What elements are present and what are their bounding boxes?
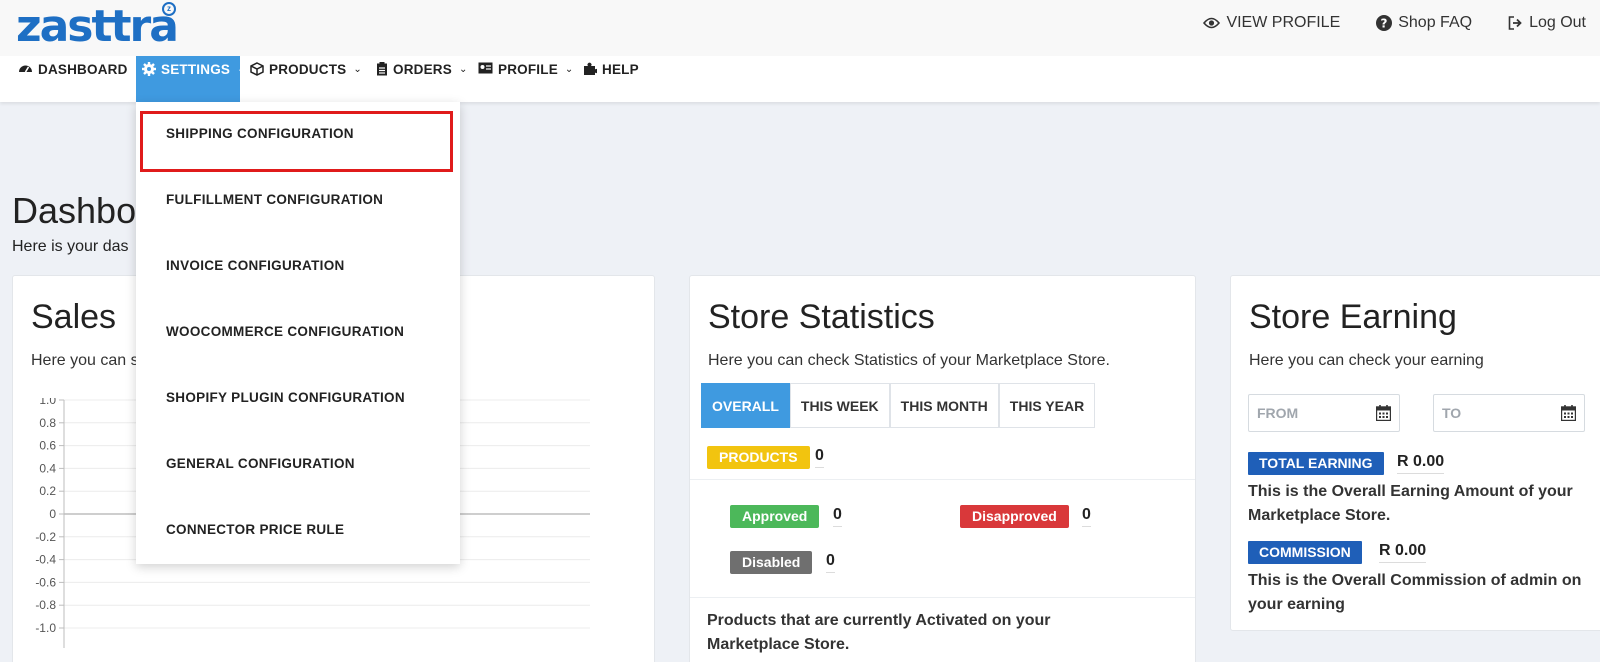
puzzle-icon [583, 62, 599, 79]
chevron-down-icon: ⌄ [564, 64, 574, 75]
disabled-badge: Disabled [730, 551, 813, 574]
chevron-down-icon: ⌄ [458, 64, 468, 75]
stats-note: Products that are currently Activated on… [707, 612, 1051, 653]
to-date-input[interactable]: TO [1433, 394, 1585, 432]
nav-profile[interactable]: PROFILE ⌄ [478, 56, 574, 102]
page-title: Dashbo [12, 190, 137, 231]
chart-y-tick-label: -1.0 [35, 621, 56, 635]
stats-subtitle: Here you can check Statistics of your Ma… [708, 352, 1110, 369]
chart-y-tick-label: -0.4 [35, 553, 56, 567]
stats-period-tabs: OVERALL THIS WEEK THIS MONTH THIS YEAR [701, 383, 1096, 428]
earning-title: Store Earning [1249, 298, 1457, 336]
from-date-placeholder: FROM [1257, 405, 1299, 421]
gear-icon [142, 62, 156, 79]
stats-title: Store Statistics [708, 298, 935, 336]
stats-divider [690, 479, 1195, 480]
chart-y-tick-label: 0 [49, 507, 56, 521]
nav-settings[interactable]: SETTINGS ⌄ [136, 56, 246, 102]
total-earning-badge: TOTAL EARNING [1248, 452, 1384, 475]
chart-y-tick-label: -0.6 [35, 575, 56, 589]
chart-y-tick-label: 0.6 [39, 439, 56, 453]
dashboard-icon [18, 62, 33, 77]
chevron-down-icon: ⌄ [237, 64, 246, 75]
from-date-input[interactable]: FROM [1248, 394, 1400, 432]
calendar-icon[interactable] [1375, 405, 1392, 424]
sales-title: Sales [31, 298, 117, 336]
tab-this-month[interactable]: THIS MONTH [889, 383, 999, 428]
tab-this-week[interactable]: THIS WEEK [789, 383, 890, 428]
cube-icon [250, 62, 264, 79]
nav-products[interactable]: PRODUCTS ⌄ [250, 56, 362, 102]
menu-item-woocommerce-configuration[interactable]: WOOCOMMERCE CONFIGURATION [166, 324, 404, 339]
chart-y-tick-label: 0.4 [39, 461, 56, 475]
menu-item-shipping-configuration[interactable]: SHIPPING CONFIGURATION [166, 126, 354, 141]
log-out-label: Log Out [1529, 14, 1586, 31]
tab-this-year[interactable]: THIS YEAR [998, 383, 1096, 428]
disabled-count: 0 [826, 552, 835, 573]
id-card-icon [478, 62, 493, 77]
menu-item-fulfillment-configuration[interactable]: FULFILLMENT CONFIGURATION [166, 192, 383, 207]
tab-overall[interactable]: OVERALL [701, 383, 790, 428]
earning-subtitle: Here you can check your earning [1249, 352, 1484, 369]
nav-products-label: PRODUCTS [269, 62, 347, 77]
chart-y-tick-label: -0.2 [35, 530, 56, 544]
chart-y-tick-label: -0.8 [35, 598, 56, 612]
question-circle-icon: ? [1376, 15, 1393, 31]
nav-help-label: HELP [602, 62, 639, 77]
shop-faq-label: Shop FAQ [1398, 14, 1473, 31]
nav-dashboard[interactable]: DASHBOARD [18, 56, 128, 102]
menu-item-shopify-plugin-configuration[interactable]: SHOPIFY PLUGIN CONFIGURATION [166, 390, 405, 405]
disapproved-badge: Disapproved [960, 505, 1069, 528]
view-profile-link[interactable]: VIEW PROFILE [1203, 14, 1340, 32]
log-out-link[interactable]: Log Out [1508, 14, 1586, 32]
commission-badge: COMMISSION [1248, 541, 1362, 564]
products-badge: PRODUCTS [707, 446, 810, 469]
menu-item-connector-price-rule[interactable]: CONNECTOR PRICE RULE [166, 522, 344, 537]
commission-value: R 0.00 [1379, 542, 1427, 563]
calendar-icon[interactable] [1560, 405, 1577, 424]
view-profile-label: VIEW PROFILE [1226, 14, 1341, 31]
total-earning-note: This is the Overall Earning Amount of yo… [1248, 483, 1573, 524]
main-nav: DASHBOARD SETTINGS ⌄ PRODUCTS ⌄ ORDERS ⌄… [0, 56, 1600, 102]
total-earning-value: R 0.00 [1397, 453, 1445, 474]
approved-count: 0 [833, 506, 842, 527]
menu-item-general-configuration[interactable]: GENERAL CONFIGURATION [166, 456, 355, 471]
sales-subtitle: Here you can s [31, 352, 139, 369]
chart-y-tick-label: 1.0 [39, 398, 56, 407]
products-count: 0 [815, 447, 824, 468]
nav-orders-label: ORDERS [393, 62, 452, 77]
settings-dropdown-menu: SHIPPING CONFIGURATION FULFILLMENT CONFI… [136, 102, 460, 564]
nav-help[interactable]: HELP [583, 56, 639, 102]
page-subtitle: Here is your das [12, 238, 129, 255]
top-bar: zasttra z VIEW PROFILE ? Shop FAQ Log Ou… [0, 0, 1600, 56]
stats-divider [690, 597, 1195, 598]
nav-dashboard-label: DASHBOARD [38, 62, 128, 77]
shop-faq-link[interactable]: ? Shop FAQ [1376, 14, 1472, 32]
top-links: VIEW PROFILE ? Shop FAQ Log Out [1203, 14, 1586, 32]
nav-settings-label: SETTINGS [161, 62, 231, 77]
approved-badge: Approved [730, 505, 820, 528]
sign-out-icon [1508, 16, 1523, 30]
brand-logo-mark: z [162, 2, 176, 16]
nav-orders[interactable]: ORDERS ⌄ [376, 56, 468, 102]
to-date-placeholder: TO [1442, 405, 1462, 421]
brand-logo[interactable]: zasttra [16, 2, 179, 52]
chevron-down-icon: ⌄ [353, 64, 362, 75]
svg-text:?: ? [1381, 17, 1388, 31]
nav-profile-label: PROFILE [498, 62, 558, 77]
commission-note: This is the Overall Commission of admin … [1248, 572, 1582, 613]
clipboard-icon [376, 62, 388, 79]
disapproved-count: 0 [1082, 506, 1091, 527]
menu-item-invoice-configuration[interactable]: INVOICE CONFIGURATION [166, 258, 345, 273]
eye-icon [1203, 17, 1221, 29]
chart-y-tick-label: 0.2 [39, 484, 56, 498]
chart-y-tick-label: 0.8 [39, 416, 56, 430]
